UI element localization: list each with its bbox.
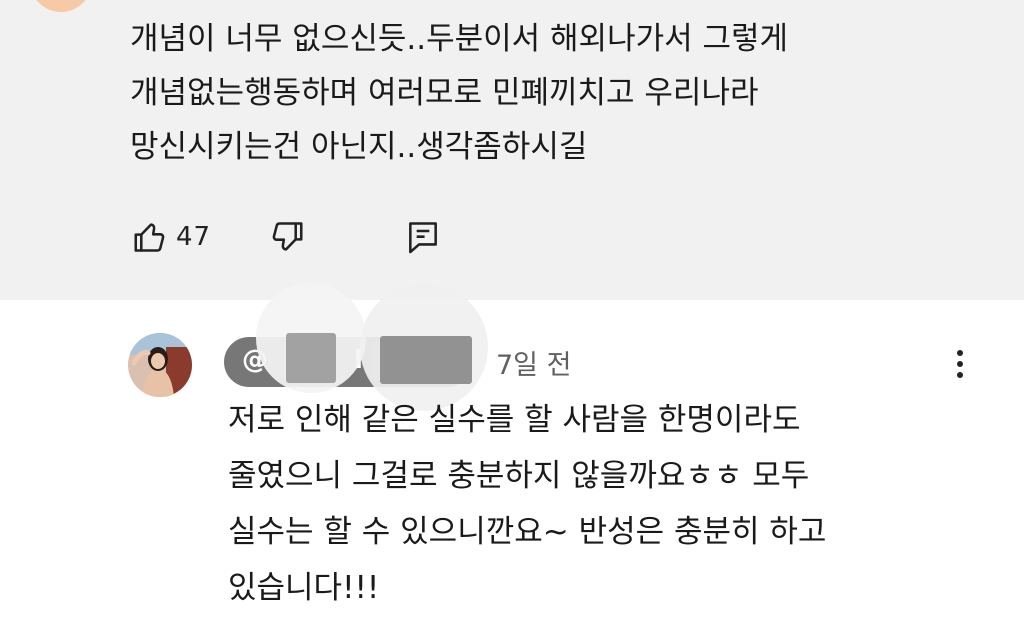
redacted-block: [380, 336, 472, 384]
highlighted-comment: 개념이 너무 없으신듯..두분이서 해외나가서 그렇게 개념없는행동하며 여러모…: [0, 0, 1024, 300]
reply-line: 저로 인해 같은 실수를 할 사람을 한명이라도: [228, 402, 801, 438]
comment-line: 개념이 너무 없으신듯..두분이서 해외나가서 그렇게: [130, 21, 789, 57]
reply-button[interactable]: [403, 215, 443, 259]
comment-line: 개념없는행동하며 여러모로 민폐끼치고 우리나라: [130, 75, 759, 111]
dislike-button[interactable]: [267, 215, 307, 259]
more-vertical-icon: [957, 372, 963, 378]
more-vertical-icon: [957, 361, 963, 367]
comments-panel: 개념이 너무 없으신듯..두분이서 해외나가서 그렇게 개념없는행동하며 여러모…: [0, 0, 1024, 635]
avatar[interactable]: [30, 0, 92, 12]
reply-line: 실수는 할 수 있으니깐요~ 반성은 충분히 하고: [228, 514, 827, 550]
thumbs-down-icon: [272, 222, 303, 251]
comment-timestamp[interactable]: 7일 전: [496, 343, 571, 382]
reply-text: 저로 인해 같은 실수를 할 사람을 한명이라도 줄였으니 그걸로 충분하지 않…: [228, 392, 988, 616]
reply-comment-icon: [409, 222, 438, 254]
like-count: 47: [176, 222, 212, 252]
more-options-button[interactable]: [940, 342, 980, 386]
thumbs-up-icon: [134, 223, 165, 252]
comment-text: 개념이 너무 없으신듯..두분이서 해외나가서 그렇게 개념없는행동하며 여러모…: [130, 12, 990, 174]
like-button[interactable]: [130, 215, 170, 259]
redacted-block: [286, 333, 336, 383]
more-vertical-icon: [957, 350, 963, 356]
comment-line: 망신시키는건 아닌지..생각좀하시길: [130, 129, 588, 165]
reply-line: 있습니다!!!: [228, 570, 380, 606]
reply-line: 줄였으니 그걸로 충분하지 않을까요ㅎㅎ 모두: [228, 458, 810, 494]
avatar-image: [128, 333, 192, 397]
comment-actions: 47: [130, 215, 443, 259]
reply-avatar[interactable]: [128, 333, 192, 397]
